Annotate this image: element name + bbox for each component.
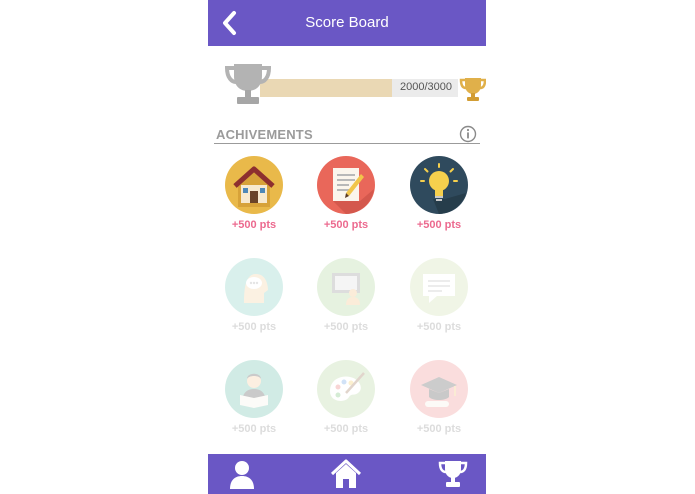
achievement-speech[interactable]: +500 pts bbox=[218, 257, 290, 333]
achievement-art[interactable]: +500 pts bbox=[310, 359, 382, 435]
section-title: ACHIVEMENTS bbox=[216, 127, 313, 142]
gold-trophy-icon bbox=[459, 78, 486, 101]
graduation-cap-icon bbox=[410, 360, 468, 418]
scoreboard-screen: Score Board 2000/3000 ACHIVEMENTS +500 p… bbox=[208, 0, 486, 494]
score-progress: 2000/3000 bbox=[224, 60, 486, 106]
lightbulb-icon bbox=[410, 156, 468, 214]
achievement-notepad[interactable]: +500 pts bbox=[310, 155, 382, 231]
nav-home-button[interactable] bbox=[330, 458, 362, 490]
achievement-points: +500 pts bbox=[231, 423, 277, 435]
bottom-nav bbox=[208, 454, 486, 494]
achievement-graduation[interactable]: +500 pts bbox=[403, 359, 475, 435]
user-icon bbox=[230, 461, 254, 489]
progress-fill bbox=[260, 79, 393, 97]
achievement-presentation[interactable]: +500 pts bbox=[310, 257, 382, 333]
achievement-idea[interactable]: +500 pts bbox=[403, 155, 475, 231]
notepad-pencil-icon bbox=[317, 156, 375, 214]
nav-profile-button[interactable] bbox=[226, 458, 258, 490]
nav-scoreboard-button[interactable] bbox=[437, 458, 469, 490]
achievement-points: +500 pts bbox=[416, 423, 462, 435]
house-icon bbox=[225, 156, 283, 214]
palette-icon bbox=[317, 360, 375, 418]
achievement-house[interactable]: +500 pts bbox=[218, 155, 290, 231]
achievement-points: +500 pts bbox=[231, 321, 277, 333]
achievement-chat[interactable]: +500 pts bbox=[403, 257, 475, 333]
achievement-points: +500 pts bbox=[231, 219, 277, 231]
progress-text: 2000/3000 bbox=[400, 81, 452, 93]
reader-icon bbox=[225, 360, 283, 418]
achievement-points: +500 pts bbox=[416, 321, 462, 333]
home-icon bbox=[330, 459, 362, 488]
speech-head-icon bbox=[225, 258, 283, 316]
app-header: Score Board bbox=[208, 0, 486, 46]
info-icon bbox=[459, 125, 477, 143]
achievement-points: +500 pts bbox=[416, 219, 462, 231]
silver-trophy-icon bbox=[224, 64, 272, 104]
section-divider bbox=[214, 143, 480, 144]
achievement-points: +500 pts bbox=[323, 423, 369, 435]
monitor-person-icon bbox=[317, 258, 375, 316]
chat-bubble-icon bbox=[410, 258, 468, 316]
achievement-points: +500 pts bbox=[323, 219, 369, 231]
info-button[interactable] bbox=[459, 125, 477, 143]
achievement-reader[interactable]: +500 pts bbox=[218, 359, 290, 435]
page-title: Score Board bbox=[305, 14, 389, 31]
trophy-icon bbox=[438, 461, 468, 487]
achievement-points: +500 pts bbox=[323, 321, 369, 333]
